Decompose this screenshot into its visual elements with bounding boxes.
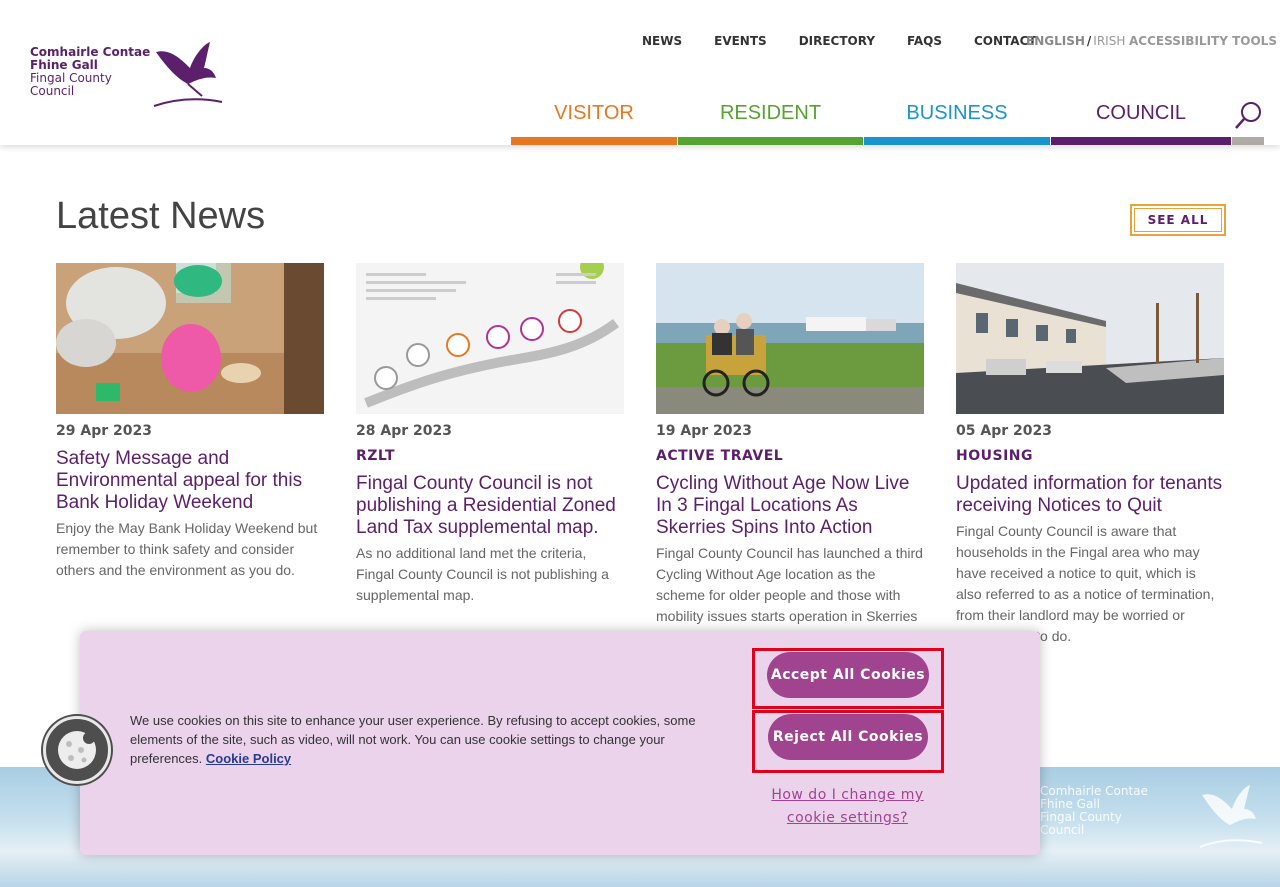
news-image-rzlt-timeline[interactable] — [356, 263, 624, 414]
bird-logo-icon — [153, 42, 223, 107]
news-date: 28 Apr 2023 — [356, 423, 452, 439]
news-date: 29 Apr 2023 — [56, 423, 152, 439]
main-nav-council-label: COUNCIL — [1095, 102, 1186, 124]
main-nav-business-label: BUSINESS — [906, 102, 1008, 124]
news-category[interactable]: ACTIVE TRAVEL — [656, 448, 924, 468]
main-nav-council[interactable]: COUNCIL — [1051, 100, 1231, 145]
news-title[interactable]: Safety Message and Environmental appeal … — [56, 448, 324, 514]
cookie-banner: We use cookies on this site to enhance y… — [80, 631, 1040, 855]
accept-all-cookies-button[interactable]: Accept All Cookies — [767, 652, 929, 698]
visitor-color-bar — [511, 137, 677, 145]
news-image-cycling[interactable] — [656, 263, 924, 414]
change-cookie-settings-link[interactable]: How do I change my cookie settings? — [760, 784, 935, 830]
news-category[interactable]: RZLT — [356, 448, 624, 468]
news-card[interactable]: 29 Apr 2023 Safety Message and Environme… — [56, 263, 324, 581]
main-nav-resident-label: RESIDENT — [719, 102, 822, 124]
lang-irish[interactable]: IRISH — [1093, 34, 1125, 48]
cookie-message: We use cookies on this site to enhance y… — [130, 711, 730, 768]
news-card[interactable]: 28 Apr 2023 RZLT Fingal County Council i… — [356, 263, 624, 606]
news-image-sandpit[interactable] — [56, 263, 324, 414]
news-description: Fingal County Council is aware that hous… — [956, 523, 1215, 644]
resident-color-bar — [678, 137, 863, 145]
news-title[interactable]: Updated information for tenants receivin… — [956, 473, 1224, 517]
main-nav-business[interactable]: BUSINESS — [864, 100, 1050, 145]
search-color-bar — [1232, 137, 1264, 145]
top-nav: NEWS EVENTS DIRECTORY FAQS CONTACT — [626, 34, 1053, 48]
site-header: Comhairle Contae Fhine Gall Fingal Count… — [0, 0, 1280, 145]
main-nav-visitor[interactable]: VISITOR — [511, 100, 677, 145]
business-color-bar — [864, 137, 1050, 145]
fingal-logo[interactable]: Comhairle Contae Fhine Gall Fingal Count… — [30, 38, 230, 110]
footer-logo: Comhairle Contae Fhine Gall Fingal Count… — [1040, 785, 1148, 837]
news-category[interactable]: HOUSING — [956, 448, 1224, 468]
accessibility-tools-link[interactable]: ACCESSIBILITY TOOLS — [1129, 34, 1277, 48]
nav-faqs[interactable]: FAQS — [891, 34, 958, 48]
nav-directory[interactable]: DIRECTORY — [783, 34, 891, 48]
cookie-icon — [58, 731, 96, 769]
news-image-housing[interactable] — [956, 263, 1224, 414]
reject-all-cookies-button[interactable]: Reject All Cookies — [768, 714, 928, 760]
news-date: 05 Apr 2023 — [956, 423, 1052, 439]
main-nav-resident[interactable]: RESIDENT — [678, 100, 863, 145]
logo-text: Comhairle Contae Fhine Gall Fingal Count… — [30, 46, 150, 98]
search-button[interactable] — [1232, 100, 1264, 145]
lang-english[interactable]: ENGLISH — [1026, 34, 1085, 48]
footer-logo-line-4: Council — [1040, 823, 1085, 837]
nav-events[interactable]: EVENTS — [698, 34, 783, 48]
language-switch: ENGLISH / IRISH — [1026, 34, 1125, 48]
news-description: As no additional land met the criteria, … — [356, 545, 609, 603]
news-description: Enjoy the May Bank Holiday Weekend but r… — [56, 520, 318, 578]
news-date: 19 Apr 2023 — [656, 423, 752, 439]
footer-bird-icon — [1199, 785, 1263, 848]
news-title[interactable]: Fingal County Council is not publishing … — [356, 473, 624, 539]
search-icon — [1235, 102, 1261, 129]
lang-separator: / — [1086, 34, 1092, 48]
main-nav: VISITOR RESIDENT BUSINESS COUNCIL — [511, 100, 1231, 145]
see-all-button[interactable]: SEE ALL — [1130, 204, 1226, 236]
council-color-bar — [1051, 137, 1231, 145]
news-card[interactable]: 05 Apr 2023 HOUSING Updated information … — [956, 263, 1224, 647]
news-title[interactable]: Cycling Without Age Now Live In 3 Fingal… — [656, 473, 924, 539]
cookie-settings-button[interactable] — [43, 716, 111, 784]
nav-news[interactable]: NEWS — [626, 34, 698, 48]
main-nav-visitor-label: VISITOR — [554, 102, 634, 124]
news-card[interactable]: 19 Apr 2023 ACTIVE TRAVEL Cycling Withou… — [656, 263, 924, 648]
latest-news-heading: Latest News — [56, 195, 266, 237]
logo-line-4: Council — [30, 84, 75, 98]
cookie-policy-link[interactable]: Cookie Policy — [206, 751, 291, 766]
